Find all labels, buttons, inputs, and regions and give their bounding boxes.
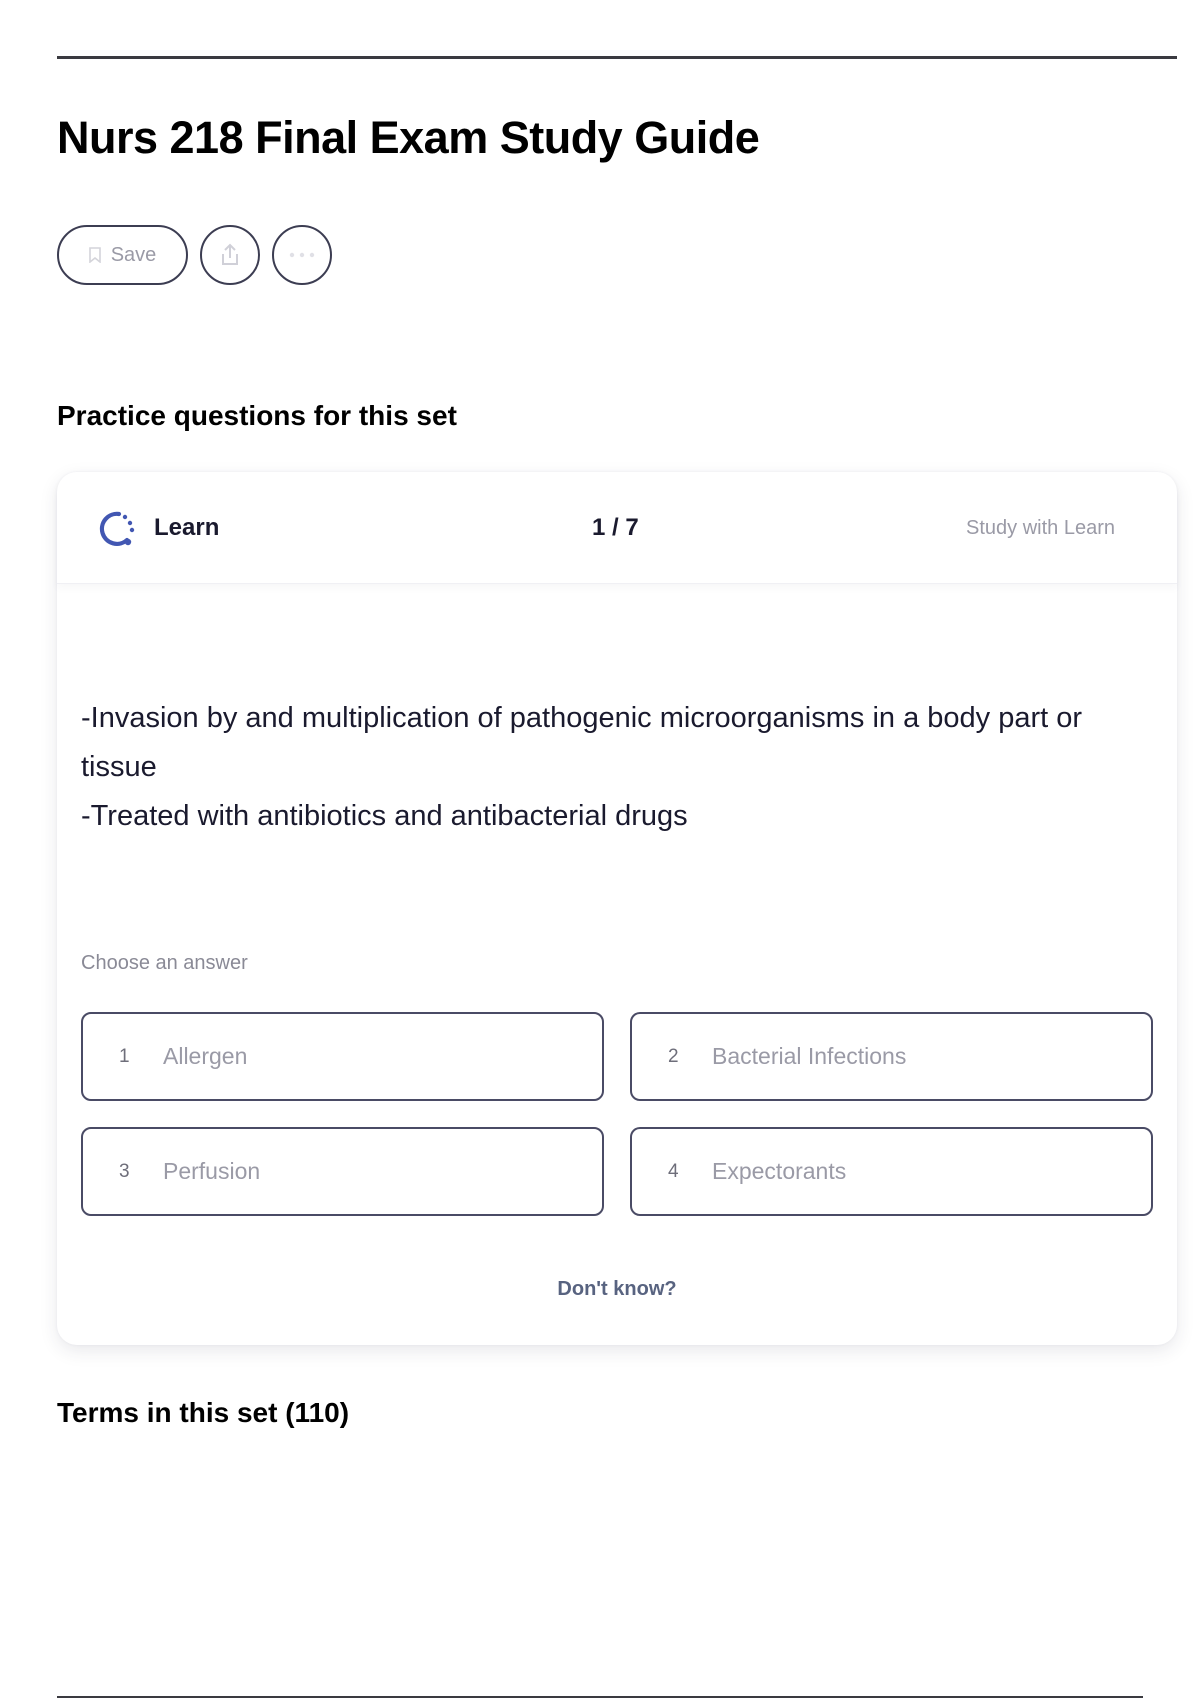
practice-heading: Practice questions for this set — [57, 400, 457, 431]
definition-line: -Invasion by and multiplication of patho… — [81, 702, 1083, 783]
option-number: 2 — [668, 1045, 679, 1067]
answer-option-1[interactable]: 1 Allergen — [81, 1012, 604, 1101]
option-text: Expectorants — [712, 1158, 847, 1184]
option-text: Allergen — [163, 1043, 248, 1069]
set-actions: Save — [57, 224, 332, 286]
question-definition: -Invasion by and multiplication of patho… — [81, 694, 1151, 841]
more-button[interactable] — [272, 225, 332, 285]
answer-option-2[interactable]: 2 Bacterial Infections — [630, 1012, 1153, 1101]
question-progress: 1 / 7 — [592, 514, 639, 541]
choose-answer-label: Choose an answer — [81, 952, 248, 974]
save-label: Save — [110, 243, 157, 266]
study-with-learn-link[interactable]: Study with Learn — [966, 517, 1115, 540]
learn-practice-card: Learn 1 / 7 Study with Learn -Invasion b… — [57, 472, 1177, 1345]
answer-option-4[interactable]: 4 Expectorants — [630, 1127, 1153, 1216]
bottom-divider — [57, 1696, 1143, 1698]
option-text: Perfusion — [163, 1158, 261, 1184]
more-icon — [289, 252, 315, 258]
page-title: Nurs 218 Final Exam Study Guide — [57, 112, 760, 163]
bookmark-icon — [88, 247, 101, 263]
learn-card-header: Learn 1 / 7 Study with Learn — [57, 472, 1177, 584]
option-number: 4 — [668, 1160, 679, 1182]
learn-icon — [95, 508, 137, 550]
definition-line: -Treated with antibiotics and antibacter… — [81, 800, 688, 832]
share-button[interactable] — [200, 225, 260, 285]
option-number: 1 — [119, 1045, 130, 1067]
share-icon — [218, 242, 242, 268]
top-divider — [57, 56, 1177, 59]
answer-option-3[interactable]: 3 Perfusion — [81, 1127, 604, 1216]
option-text: Bacterial Infections — [712, 1043, 907, 1069]
save-button[interactable]: Save — [57, 225, 188, 285]
terms-heading: Terms in this set (110) — [57, 1397, 350, 1428]
dont-know-button[interactable]: Don't know? — [57, 1278, 1177, 1301]
learn-mode-label: Learn — [154, 514, 220, 541]
option-number: 3 — [119, 1160, 130, 1182]
